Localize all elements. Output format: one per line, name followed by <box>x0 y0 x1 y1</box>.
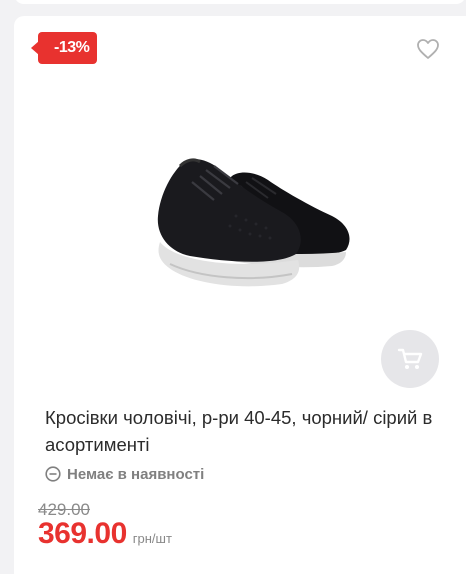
current-price: 369.00 <box>38 517 127 550</box>
minus-circle-icon <box>45 466 61 482</box>
availability-label: Немає в наявності <box>67 465 205 483</box>
discount-badge: -13% <box>30 32 98 64</box>
product-image[interactable] <box>110 66 410 386</box>
product-title[interactable]: Кросівки чоловічі, р-ри 40-45, чорний/ с… <box>45 404 445 458</box>
favorite-button[interactable] <box>416 38 440 60</box>
price-unit: грн/шт <box>132 531 172 546</box>
heart-icon <box>417 39 439 59</box>
previous-card-edge <box>14 0 466 4</box>
sneakers-image <box>157 158 350 287</box>
add-to-cart-button[interactable] <box>381 330 439 388</box>
price-row: 369.00 грн/шт <box>38 517 172 551</box>
cart-icon <box>397 348 423 369</box>
availability-status: Немає в наявності <box>45 463 204 485</box>
